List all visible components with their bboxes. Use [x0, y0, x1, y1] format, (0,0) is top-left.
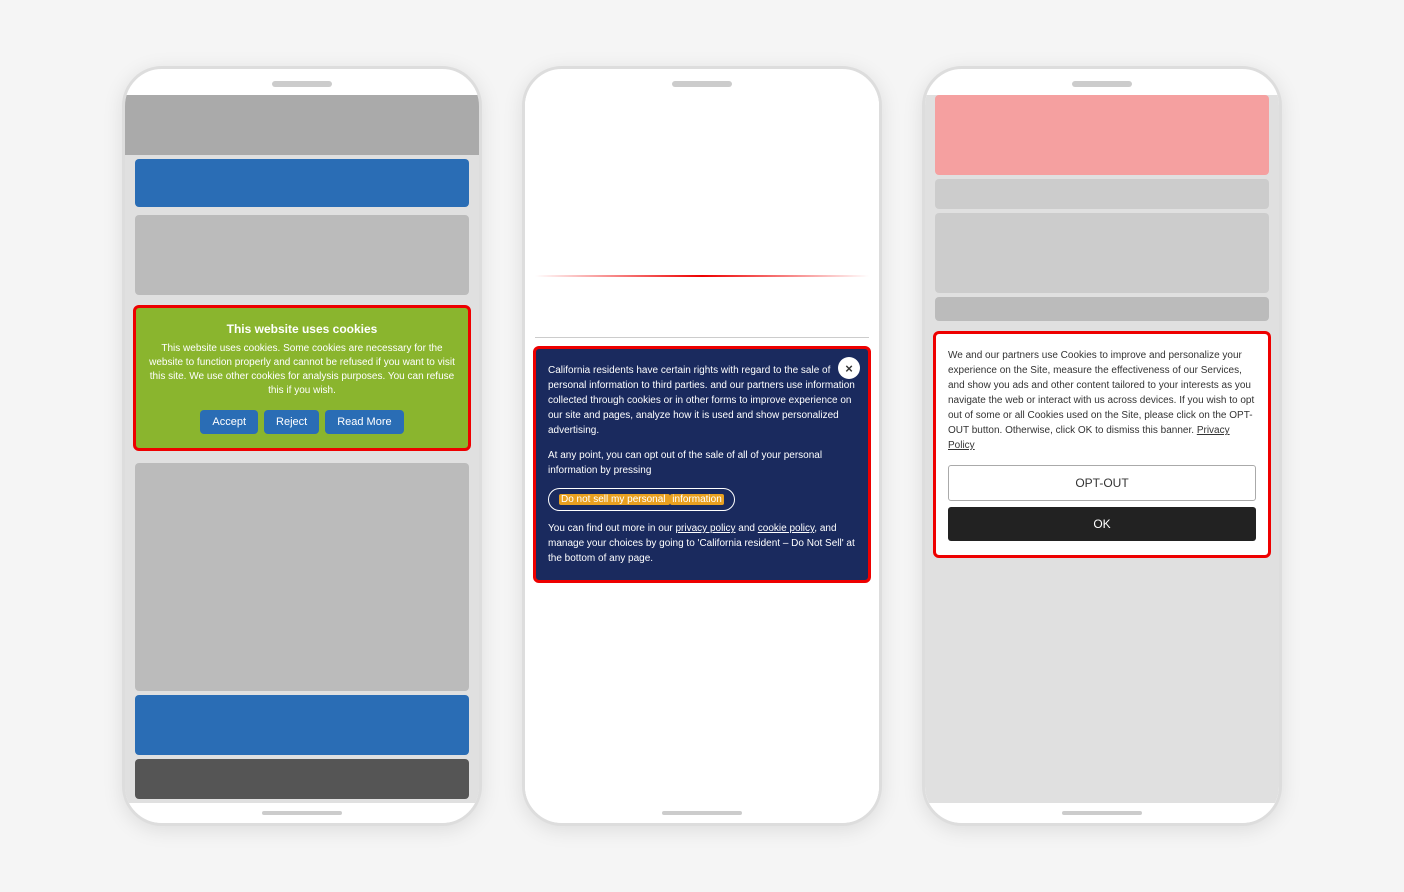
ok-button[interactable]: OK — [948, 507, 1256, 541]
phone-1-cookie-text: This website uses cookies. Some cookies … — [148, 342, 456, 398]
phone-2-cookie-banner: × California residents have certain righ… — [533, 346, 871, 583]
phone-2-home-indicator — [662, 811, 742, 815]
phone-1-home-indicator — [262, 811, 342, 815]
do-not-sell-button[interactable]: Do not sell my personal information — [548, 488, 735, 511]
p3-cookie-text: We and our partners use Cookies to impro… — [948, 348, 1256, 453]
p1-gray-top — [125, 95, 479, 155]
phone-1-cookie-banner: This website uses cookies This website u… — [133, 305, 471, 451]
read-more-button[interactable]: Read More — [325, 410, 403, 434]
phone-1-cookie-buttons: Accept Reject Read More — [148, 410, 456, 434]
p3-gray-block1 — [935, 179, 1269, 209]
p1-gray-mid — [135, 215, 469, 295]
p3-gray-block2 — [935, 213, 1269, 293]
phone-2-home-bar — [525, 803, 879, 823]
phone-2-screen: × California residents have certain righ… — [525, 95, 879, 803]
phone-2: × California residents have certain righ… — [522, 66, 882, 826]
p1-dark-bottom — [135, 759, 469, 799]
phone-3-screen: We and our partners use Cookies to impro… — [925, 95, 1279, 803]
p2-cookie-text2: At any point, you can opt out of the sal… — [548, 448, 856, 478]
phone-1-content: This website uses cookies This website u… — [125, 95, 479, 803]
phone-3-home-bar — [925, 803, 1279, 823]
opt-out-button[interactable]: OPT-OUT — [948, 465, 1256, 501]
p3-gray-block3 — [935, 297, 1269, 321]
phone-1-cookie-title: This website uses cookies — [148, 322, 456, 336]
phone-1: This website uses cookies This website u… — [122, 66, 482, 826]
phone-2-content: × California residents have certain righ… — [525, 95, 879, 803]
phone-1-screen: This website uses cookies This website u… — [125, 95, 479, 803]
phone-1-home-bar — [125, 803, 479, 823]
accept-button[interactable]: Accept — [200, 410, 258, 434]
phone-3-content: We and our partners use Cookies to impro… — [925, 95, 1279, 803]
phone-3: We and our partners use Cookies to impro… — [922, 66, 1282, 826]
phone-3-speaker — [1072, 81, 1132, 87]
p2-white-top — [535, 95, 869, 275]
close-button[interactable]: × — [838, 357, 860, 379]
reject-button[interactable]: Reject — [264, 410, 319, 434]
p2-white-mid — [535, 277, 869, 337]
p1-blue-bottom — [135, 695, 469, 755]
p2-cookie-text1: California residents have certain rights… — [548, 363, 856, 438]
privacy-policy-link[interactable]: privacy policy — [676, 523, 736, 534]
phone-1-speaker — [272, 81, 332, 87]
phone-3-cookie-banner: We and our partners use Cookies to impro… — [933, 331, 1271, 558]
phone-2-speaker — [672, 81, 732, 87]
p2-dark-separator — [535, 337, 869, 338]
cookie-policy-link[interactable]: cookie policy — [758, 523, 815, 534]
p1-blue-banner — [135, 159, 469, 207]
phones-container: This website uses cookies This website u… — [82, 26, 1322, 866]
phone-3-home-indicator — [1062, 811, 1142, 815]
p3-pink-block — [935, 95, 1269, 175]
p2-cookie-text3: You can find out more in our privacy pol… — [548, 521, 856, 566]
p1-gray-bottom — [135, 463, 469, 691]
